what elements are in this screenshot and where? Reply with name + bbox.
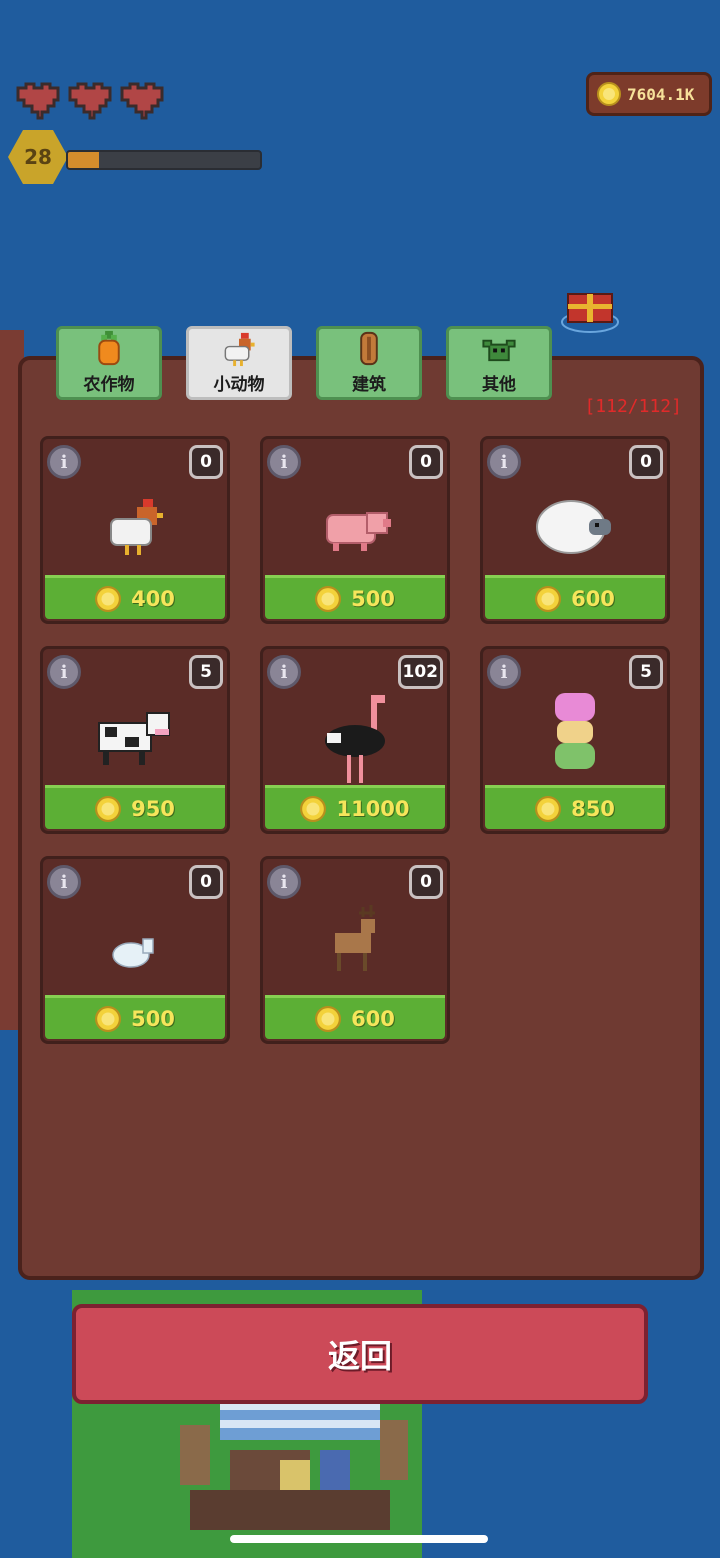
rabbit-icon [112, 938, 154, 968]
buy-button[interactable]: 11000 [265, 785, 445, 829]
price: 850 [571, 796, 615, 821]
market-stall-icon [180, 1400, 408, 1530]
animal-card-deer: i 0 600 [260, 856, 450, 1044]
back-button[interactable]: 返回 [72, 1304, 648, 1404]
price: 500 [131, 1006, 175, 1031]
coin-icon [315, 1005, 342, 1032]
owned-count: 0 [409, 865, 443, 899]
buy-button[interactable]: 850 [485, 785, 665, 829]
buy-button[interactable]: 600 [485, 575, 665, 619]
gift-box-icon[interactable] [560, 284, 620, 334]
capacity-counter: [112/112] [584, 396, 682, 417]
health-hearts [14, 80, 166, 122]
buy-button[interactable]: 950 [45, 785, 225, 829]
info-button[interactable]: i [267, 865, 301, 899]
tab-other-label: 其他 [482, 375, 516, 395]
price: 950 [131, 796, 175, 821]
coin-icon [535, 585, 562, 612]
tab-animals[interactable]: 小动物 [186, 326, 292, 400]
buy-button[interactable]: 500 [265, 575, 445, 619]
price: 400 [131, 586, 175, 611]
animal-card-chicken: i 0 400 [40, 436, 230, 624]
info-button[interactable]: i [47, 655, 81, 689]
cow-icon [98, 712, 170, 765]
heart-icon [68, 82, 112, 120]
tab-crops-label: 农作物 [83, 375, 135, 395]
animal-card-pig: i 0 500 [260, 436, 450, 624]
owned-count: 0 [629, 445, 663, 479]
tab-buildings-label: 建筑 [352, 375, 386, 395]
info-button[interactable]: i [487, 655, 521, 689]
animal-card-cow: i 5 950 [40, 646, 230, 834]
coin-icon [95, 795, 122, 822]
level-badge: 28 [8, 130, 68, 184]
tab-animals-label: 小动物 [213, 375, 265, 395]
home-indicator[interactable] [230, 1535, 488, 1543]
owned-count: 0 [409, 445, 443, 479]
coin-balance: 7604.1K [586, 72, 712, 116]
buy-button[interactable]: 400 [45, 575, 225, 619]
info-button[interactable]: i [487, 445, 521, 479]
coin-icon [300, 795, 327, 822]
chicken-icon [224, 332, 255, 367]
price: 600 [351, 1006, 395, 1031]
animal-card-ostrich: i 102 11000 [260, 646, 450, 834]
level-number: 28 [24, 145, 52, 169]
owned-count: 5 [629, 655, 663, 689]
heart-icon [120, 82, 164, 120]
deer-icon [335, 905, 375, 971]
coin-amount: 7604.1K [627, 84, 695, 104]
info-button[interactable]: i [47, 865, 81, 899]
wood-log-icon [360, 331, 378, 366]
carrot-icon [98, 330, 120, 366]
tab-buildings[interactable]: 建筑 [316, 326, 422, 400]
coin-icon [95, 585, 122, 612]
price: 11000 [336, 796, 410, 821]
owned-count: 102 [397, 655, 443, 689]
coin-icon [95, 1005, 122, 1032]
price: 600 [571, 586, 615, 611]
tab-crops[interactable]: 农作物 [56, 326, 162, 400]
buy-button[interactable]: 600 [265, 995, 445, 1039]
ostrich-icon [325, 695, 385, 783]
xp-progress-bar [66, 150, 262, 170]
pig-icon [326, 512, 391, 551]
animal-card-rabbit: i 0 500 [40, 856, 230, 1044]
price: 500 [351, 586, 395, 611]
buy-button[interactable]: 500 [45, 995, 225, 1039]
coin-icon [315, 585, 342, 612]
info-button[interactable]: i [267, 655, 301, 689]
info-button[interactable]: i [267, 445, 301, 479]
coin-icon [597, 82, 621, 106]
coin-icon [535, 795, 562, 822]
xp-progress-fill [68, 152, 99, 168]
chicken-icon [110, 499, 163, 555]
owned-count: 0 [189, 865, 223, 899]
animal-card-sheep: i 0 600 [480, 436, 670, 624]
animal-card-slime-stack: i 5 850 [480, 646, 670, 834]
tab-other[interactable]: 其他 [446, 326, 552, 400]
back-button-label: 返回 [327, 1337, 392, 1375]
owned-count: 0 [189, 445, 223, 479]
info-button[interactable]: i [47, 445, 81, 479]
goblin-icon [482, 339, 516, 362]
slime-stack-icon [555, 693, 595, 769]
sheep-icon [536, 500, 611, 554]
owned-count: 5 [189, 655, 223, 689]
heart-icon [16, 82, 60, 120]
